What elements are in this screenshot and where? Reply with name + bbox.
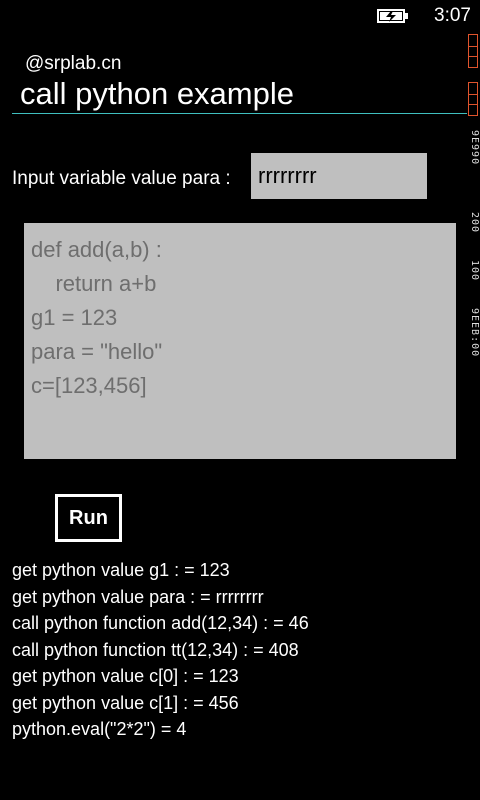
code-line: g1 = 123 — [31, 305, 118, 330]
para-input-label: Input variable value para : — [12, 168, 231, 189]
output-line: get python value c[0] : = 123 — [12, 666, 239, 686]
app-name: @srplab.cn — [25, 53, 122, 74]
code-line: para = "hello" — [31, 339, 163, 364]
python-code-editor[interactable]: def add(a,b) : return a+b g1 = 123 para … — [24, 223, 456, 459]
code-line: return a+b — [31, 271, 157, 296]
debug-counter-warning-1 — [468, 34, 478, 68]
status-clock: 3:07 — [434, 5, 471, 26]
debug-counter-1: 9EEB:00 — [469, 308, 480, 358]
debug-counter-2: 100 — [469, 260, 480, 282]
output-line: get python value c[1] : = 456 — [12, 692, 239, 713]
frame-rate-counter-overlay: 9E990 200 100 9EEB:00 — [466, 32, 480, 394]
app-screen: 3:07 9E990 200 100 9EEB:00 @srplab.cn ca… — [0, 0, 480, 800]
page-title: call python example — [20, 76, 294, 111]
title-divider — [12, 113, 467, 114]
run-button[interactable]: Run — [55, 494, 122, 542]
output-line: python.eval("2*2") = 4 — [12, 719, 187, 739]
code-line: c=[123,456] — [31, 373, 147, 398]
output-line: get python value para : = rrrrrrrr — [12, 586, 264, 607]
battery-charging-icon — [377, 8, 411, 24]
output-line: get python value g1 : = 123 — [12, 560, 230, 580]
status-bar: 3:07 — [0, 0, 480, 32]
output-panel: get python value g1 : = 123 get python v… — [12, 557, 462, 743]
output-line: call python function add(12,34) : = 46 — [12, 613, 309, 633]
output-line: call python function tt(12,34) : = 408 — [12, 639, 299, 660]
para-value-input[interactable] — [251, 153, 427, 199]
debug-counter-warning-2 — [468, 82, 478, 116]
debug-counter-3: 200 — [469, 212, 480, 234]
debug-counter-4: 9E990 — [469, 130, 480, 166]
code-line: def add(a,b) : — [31, 237, 162, 262]
